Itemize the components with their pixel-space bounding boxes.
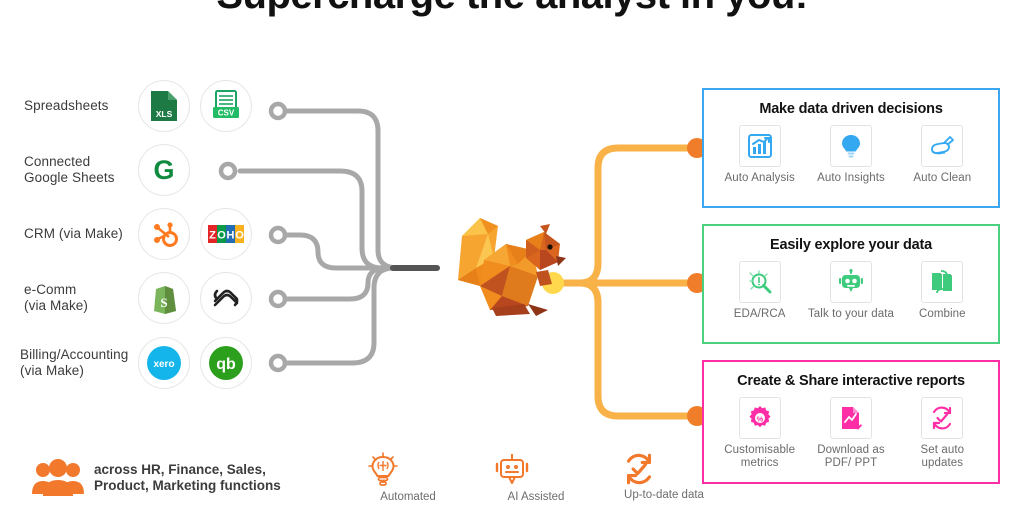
svg-text:%: % xyxy=(756,415,763,424)
panel-title-reports: Create & Share interactive reports xyxy=(737,373,965,389)
wire-ecomm xyxy=(275,265,428,302)
google-sheets-icon[interactable]: G xyxy=(138,144,190,196)
csv-file-icon[interactable]: CSV xyxy=(200,80,252,132)
wire-node-billing xyxy=(268,353,288,373)
squarespace-icon[interactable] xyxy=(200,272,252,324)
wire-node-crm xyxy=(268,225,288,245)
wire-crm xyxy=(275,232,428,271)
source-label-google-sheets: Connected Google Sheets xyxy=(24,154,115,185)
wire-node-ecomm xyxy=(268,289,288,309)
zoho-icon[interactable]: ZO HO xyxy=(200,208,252,260)
feature-label-combine: Combine xyxy=(918,308,966,320)
refresh-check-icon xyxy=(921,397,964,439)
svg-text:H: H xyxy=(227,230,235,242)
panel-title-explore: Easily explore your data xyxy=(769,237,933,253)
shopify-icon[interactable]: S xyxy=(138,272,190,324)
source-label-crm: CRM (via Make) xyxy=(24,226,123,241)
badge-up-to-date-data: Up-to-date data xyxy=(622,452,706,503)
feature-label-auto-analysis: Auto Analysis xyxy=(724,172,795,184)
panel-title-decisions: Make data driven decisions xyxy=(759,101,943,117)
feature-customisable-metrics[interactable]: % Customisable metrics xyxy=(716,397,804,470)
refresh-check-icon xyxy=(626,453,652,485)
feature-download-pdf-ppt[interactable]: Download as PDF/ PPT xyxy=(807,397,895,470)
badge-label-ai-assisted: AI Assisted xyxy=(507,491,565,503)
svg-text:qb: qb xyxy=(216,356,236,373)
feature-label-download-pdf-ppt: Download as PDF/ PPT xyxy=(817,444,885,469)
wire-out-reports xyxy=(549,279,701,420)
source-label-spreadsheets: Spreadsheets xyxy=(24,98,109,113)
brain-bulb-icon xyxy=(368,452,398,486)
source-label-ecomm: e-Comm (via Make) xyxy=(24,282,89,313)
panel-make-data-driven-decisions[interactable]: Make data driven decisions Auto Analysis xyxy=(702,88,1000,208)
feature-label-eda-rca: EDA/RCA xyxy=(733,308,786,320)
bar-chart-trend-icon xyxy=(738,125,781,167)
cleaning-brush-icon xyxy=(921,125,964,167)
feature-auto-clean[interactable]: Auto Clean xyxy=(898,125,986,185)
feature-eda-rca[interactable]: EDA/RCA xyxy=(716,261,804,321)
svg-text:CSV: CSV xyxy=(218,109,235,118)
infographic-canvas: Supercharge the analyst in you! xyxy=(0,0,1024,512)
gear-percent-icon: % xyxy=(738,397,781,439)
hubspot-icon[interactable] xyxy=(138,208,190,260)
source-row-billing[interactable]: Billing/Accounting (via Make) xero qb xyxy=(0,331,270,395)
source-row-crm[interactable]: CRM (via Make) ZO HO xyxy=(0,202,270,266)
feature-auto-analysis[interactable]: Auto Analysis xyxy=(716,125,804,185)
wire-spreadsheets xyxy=(275,108,428,271)
svg-text:O: O xyxy=(217,230,226,242)
source-label-billing: Billing/Accounting (via Make) xyxy=(20,347,129,378)
audience-text-line1: across HR, Finance, Sales, xyxy=(94,462,266,477)
badge-automated: Automated xyxy=(366,452,450,503)
source-row-google-sheets[interactable]: Connected Google Sheets G xyxy=(0,138,270,202)
xero-icon[interactable]: xero xyxy=(138,337,190,389)
svg-text:O: O xyxy=(235,230,244,242)
feature-label-customisable-metrics: Customisable metrics xyxy=(724,444,796,469)
wire-billing xyxy=(275,265,428,366)
feature-combine[interactable]: Combine xyxy=(898,261,986,321)
audience-block: across HR, Finance, Sales, Product, Mark… xyxy=(30,458,281,498)
squirrel-mascot xyxy=(458,218,566,316)
feature-talk-to-your-data[interactable]: Talk to your data xyxy=(807,261,895,321)
magnifier-search-icon xyxy=(738,261,781,303)
panel-create-share-interactive-reports[interactable]: Create & Share interactive reports % Cus… xyxy=(702,360,1000,484)
merge-documents-icon xyxy=(921,261,964,303)
audience-text: across HR, Finance, Sales, Product, Mark… xyxy=(94,462,281,494)
wire-node-spreadsheets xyxy=(268,101,288,121)
badge-label-up-to-date-data: Up-to-date data xyxy=(624,489,704,501)
xls-file-icon[interactable]: XLS xyxy=(138,80,190,132)
svg-text:G: G xyxy=(153,155,174,185)
svg-text:XLS: XLS xyxy=(156,109,173,119)
svg-text:Z: Z xyxy=(209,230,216,242)
feature-auto-insights[interactable]: Auto Insights xyxy=(807,125,895,185)
wire-out-decisions xyxy=(549,144,701,287)
download-report-icon xyxy=(829,397,872,439)
lightbulb-icon xyxy=(829,125,872,167)
feature-label-auto-clean: Auto Clean xyxy=(913,172,972,184)
feature-label-set-auto-updates: Set auto updates xyxy=(920,444,965,469)
feature-label-auto-insights: Auto Insights xyxy=(817,172,885,184)
page-title: Supercharge the analyst in you! xyxy=(0,0,1024,18)
quickbooks-icon[interactable]: qb xyxy=(200,337,252,389)
audience-text-line2: Product, Marketing functions xyxy=(94,478,281,493)
robot-chat-icon xyxy=(829,261,872,303)
people-group-icon xyxy=(32,459,84,496)
footer-badges: Automated AI Assisted Up-to-date data xyxy=(366,452,706,503)
robot-icon xyxy=(495,454,529,484)
source-row-spreadsheets[interactable]: Spreadsheets XLS CSV xyxy=(0,74,270,138)
feature-label-talk-to-your-data: Talk to your data xyxy=(807,308,895,320)
badge-label-automated: Automated xyxy=(380,491,436,503)
badge-ai-assisted: AI Assisted xyxy=(494,452,578,503)
svg-text:S: S xyxy=(160,295,167,310)
source-row-ecomm[interactable]: e-Comm (via Make) S xyxy=(0,266,270,330)
feature-set-auto-updates[interactable]: Set auto updates xyxy=(898,397,986,470)
panel-easily-explore-your-data[interactable]: Easily explore your data EDA/RCA Talk to… xyxy=(702,224,1000,344)
svg-text:xero: xero xyxy=(153,359,174,370)
